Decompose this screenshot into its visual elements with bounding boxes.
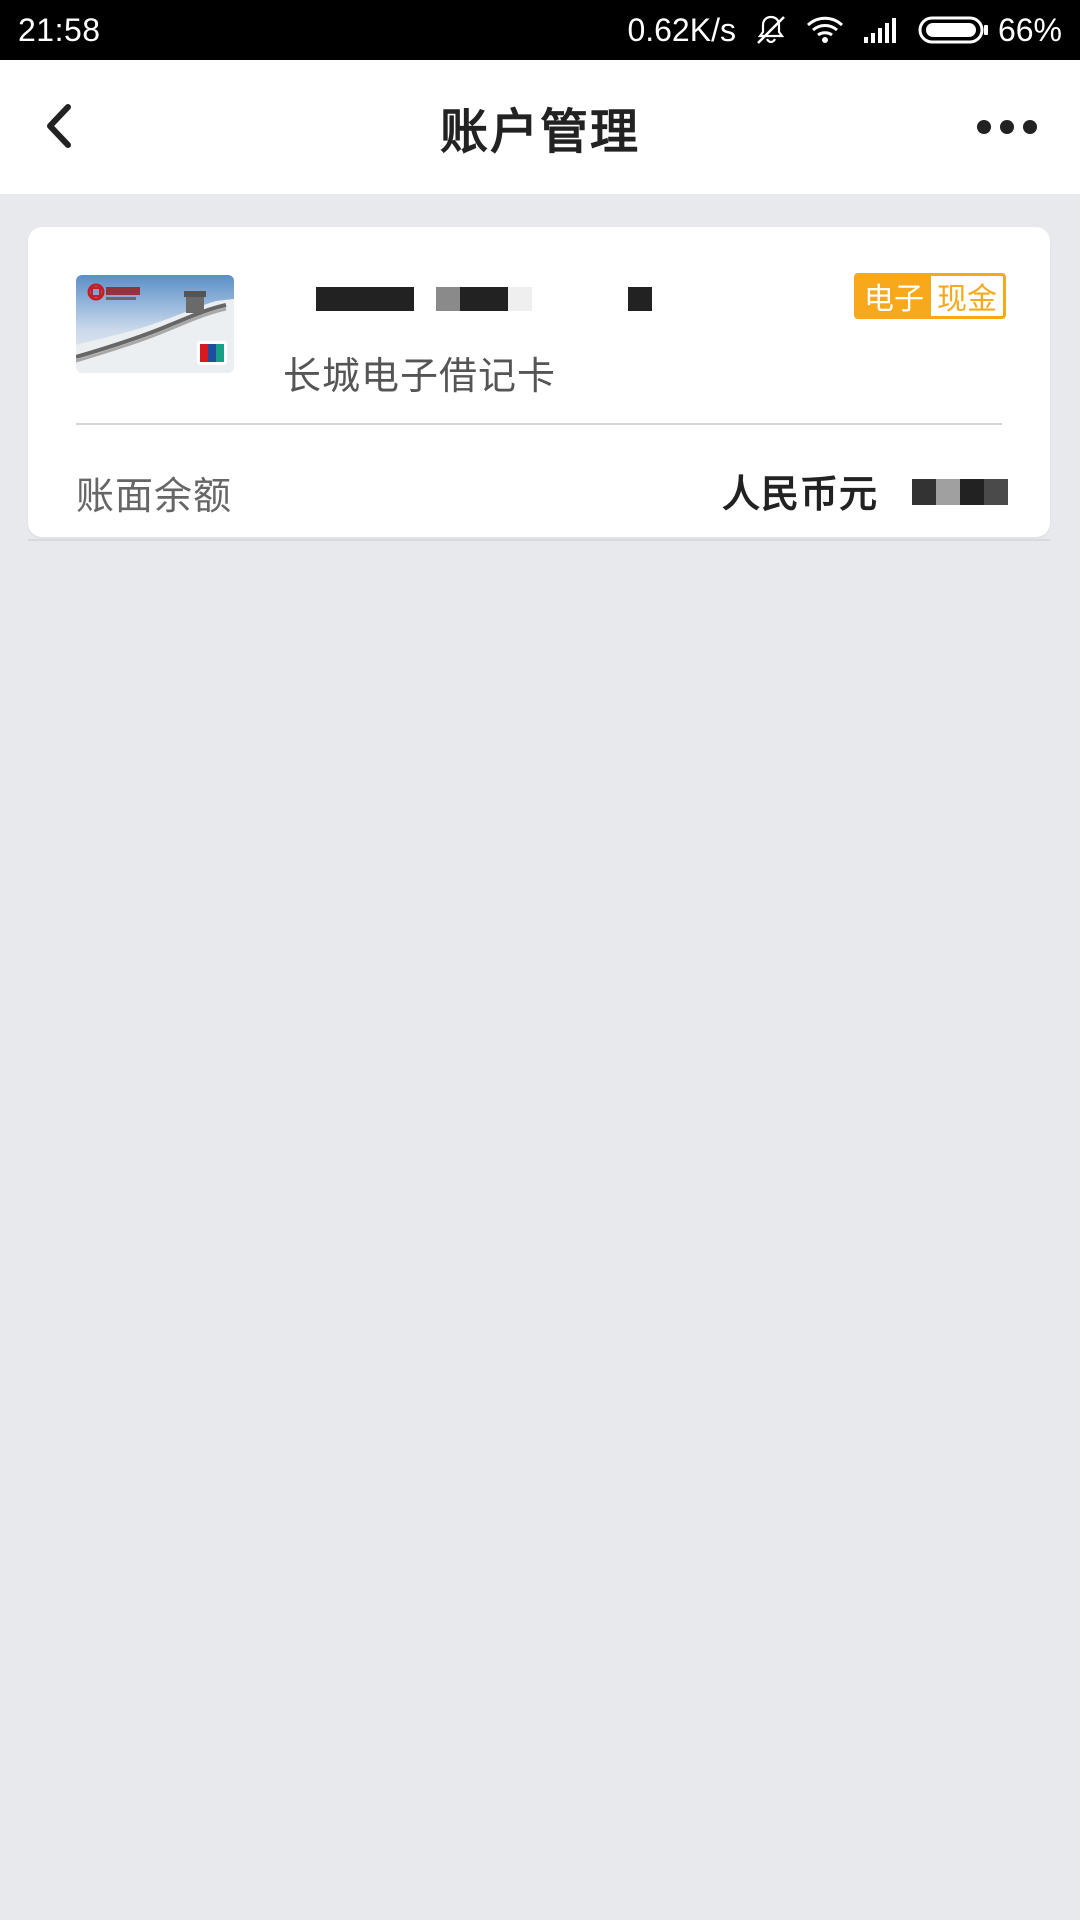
status-bar: 21:58 0.62K/s 66% xyxy=(0,0,1080,60)
balance-amount-masked xyxy=(912,479,1008,505)
nav-bar: 账户管理 xyxy=(0,60,1080,194)
balance-currency: 人民币元 xyxy=(721,472,878,516)
back-button[interactable] xyxy=(30,96,90,156)
card-divider xyxy=(76,423,1002,425)
badge-right-text: 现金 xyxy=(937,282,997,317)
status-time: 21:58 xyxy=(18,11,101,48)
badge-left-text: 电子 xyxy=(857,276,931,316)
chevron-left-icon xyxy=(47,104,71,148)
status-right-group: 0.62K/s 66% xyxy=(627,12,1062,49)
more-horizontal-icon xyxy=(977,120,1037,134)
network-speed: 0.62K/s xyxy=(627,11,736,48)
e-cash-badge: 电子 现金 xyxy=(854,273,1006,319)
battery-icon xyxy=(918,15,990,45)
more-button[interactable] xyxy=(972,102,1042,152)
card-name: 长城电子借记卡 xyxy=(283,354,557,398)
card-bottom-shadow-line xyxy=(28,539,1050,541)
wifi-icon xyxy=(806,15,844,45)
battery: 66% xyxy=(918,12,1062,49)
account-card[interactable]: 长城电子借记卡 电子 现金 账面余额 人民币元 xyxy=(28,227,1050,537)
bell-off-icon xyxy=(754,13,788,47)
card-thumbnail-image xyxy=(76,275,234,373)
balance-label: 账面余额 xyxy=(76,474,233,518)
signal-icon xyxy=(862,15,900,45)
page-title: 账户管理 xyxy=(439,104,640,160)
battery-percent: 66% xyxy=(997,11,1062,48)
card-number-masked xyxy=(288,287,688,317)
